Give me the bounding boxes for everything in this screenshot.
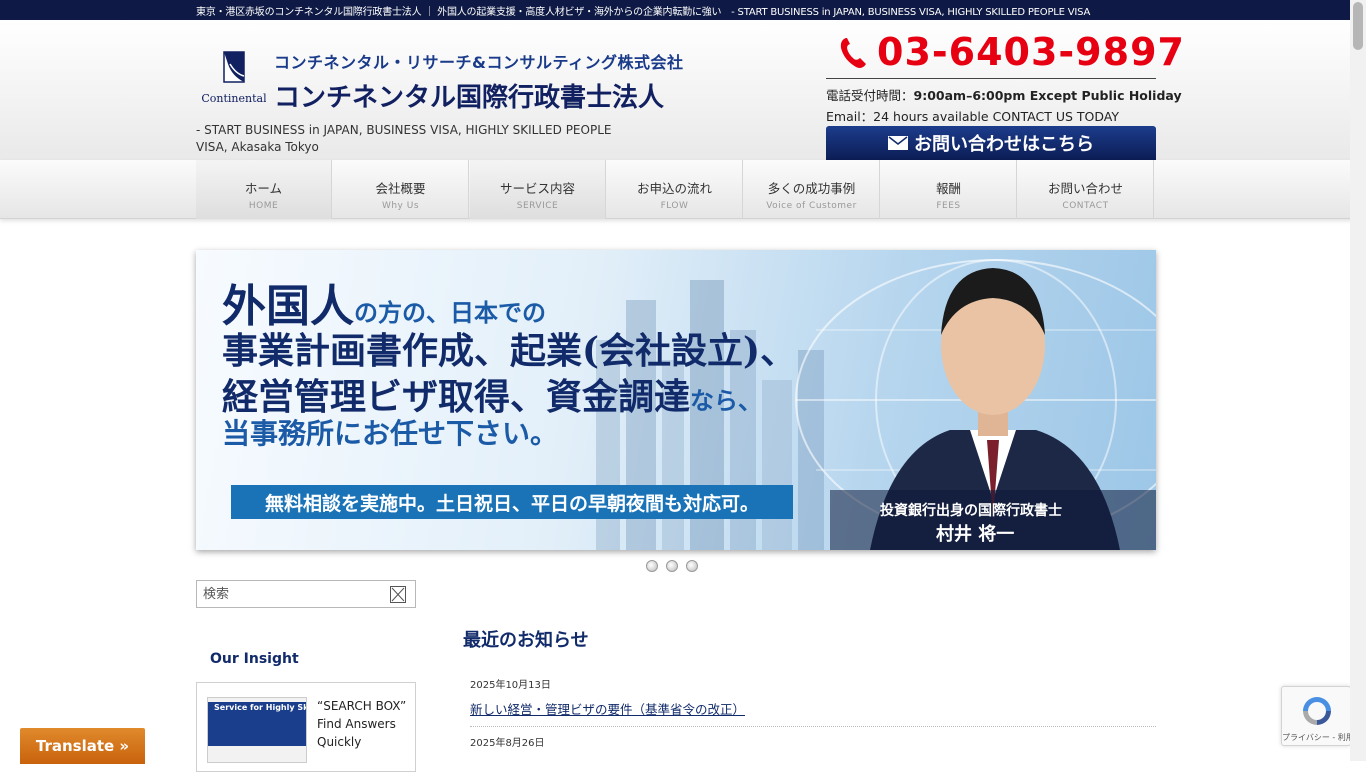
news-item: 2025年10月13日 新しい経営・管理ビザの要件（基準省令の改正） xyxy=(470,676,1156,727)
lawyer-name: 村井 将一 xyxy=(936,524,1015,545)
insight-card[interactable]: Service for Highly Skilled People “SEARC… xyxy=(196,682,416,772)
slider-dot[interactable] xyxy=(666,560,678,572)
free-consultation-banner: 無料相談を実施中。土日祝日、平日の早朝夜間も対応可。 xyxy=(231,485,793,519)
company-name-secondary: コンチネンタル国際行政書士法人 xyxy=(274,83,665,113)
slider-pagination xyxy=(646,560,698,572)
news-link[interactable]: 新しい経営・管理ビザの要件（基準省令の改正） xyxy=(470,699,1156,726)
phone-hours: 電話受付時間：9:00am–6:00pm Except Public Holid… xyxy=(826,85,1182,104)
email-availability: Email：24 hours available CONTACT US TODA… xyxy=(826,109,1119,124)
nav-item-label: お申込の流れ xyxy=(636,181,712,196)
nav-item-sublabel: FLOW xyxy=(660,201,689,211)
translate-button[interactable]: Translate » xyxy=(20,728,145,764)
nav-item-flow[interactable]: お申込の流れ FLOW xyxy=(607,160,743,219)
slider-dot[interactable] xyxy=(686,560,698,572)
site-tagline: - START BUSINESS in JAPAN, BUSINESS VISA… xyxy=(196,123,612,154)
nav-item-sublabel: Voice of Customer xyxy=(766,201,857,211)
news-date: 2025年10月13日 xyxy=(470,680,551,691)
phone-hours-value: 9:00am–6:00pm Except Public Holiday xyxy=(913,88,1182,103)
insight-link-text[interactable]: “SEARCH BOX” Find Answers Quickly xyxy=(317,697,413,751)
nav-item-voice-of-customer[interactable]: 多くの成功事例 Voice of Customer xyxy=(744,160,880,219)
recaptcha-text[interactable]: プライバシー - 利用規約 xyxy=(1282,732,1366,743)
news-heading: 最近のお知らせ xyxy=(463,630,589,651)
hero-headline-4: 当事務所にお任せ下さい。 xyxy=(222,417,559,450)
insight-heading: Our Insight xyxy=(210,651,299,667)
top-info-bar: 東京・港区赤坂のコンチネンタル国際行政書士法人 ｜ 外国人の起業支援・高度人材ビ… xyxy=(0,0,1366,20)
lawyer-title: 投資銀行出身の国際行政書士 xyxy=(880,503,1062,519)
nav-item-sublabel: SERVICE xyxy=(516,201,559,211)
logo-text: Continental xyxy=(202,92,266,105)
recaptcha-icon xyxy=(1303,697,1331,725)
hero-headline-3-small: なら、 xyxy=(690,386,763,415)
page-scrollbar[interactable] xyxy=(1350,0,1366,761)
slider-dot[interactable] xyxy=(646,560,658,572)
main-nav: ホーム HOME 会社概要 Why Us サービス内容 SERVICE お申込の… xyxy=(0,160,1366,219)
search-submit-icon[interactable] xyxy=(390,586,406,603)
company-logo[interactable]: Continental xyxy=(202,50,266,106)
hero-slider[interactable]: 外国人の方の、日本での 事業計画書作成、起業(会社設立)、 経営管理ビザ取得、資… xyxy=(196,250,1156,550)
nav-item-label: お問い合わせ xyxy=(1047,181,1123,196)
phone-number[interactable]: 03-6403-9897 xyxy=(877,30,1185,74)
thumbnail-text: Service for Highly Skilled People xyxy=(214,703,306,712)
nav-item-label: 会社概要 xyxy=(375,181,426,196)
nav-item-home[interactable]: ホーム HOME xyxy=(196,160,332,219)
nav-item-fees[interactable]: 報酬 FEES xyxy=(881,160,1017,219)
contact-button-label: お問い合わせはこちら xyxy=(914,134,1094,155)
nav-item-service[interactable]: サービス内容 SERVICE xyxy=(470,160,606,219)
nav-item-sublabel: HOME xyxy=(248,201,279,211)
company-name-primary: コンチネンタル・リサーチ&コンサルティング株式会社 xyxy=(274,53,684,72)
mail-icon xyxy=(888,136,908,150)
search-box xyxy=(196,580,416,608)
phone-hours-label: 電話受付時間： xyxy=(826,88,914,103)
nav-item-label: サービス内容 xyxy=(499,181,575,196)
nav-item-contact[interactable]: お問い合わせ CONTACT xyxy=(1018,160,1154,219)
recaptcha-badge[interactable]: プライバシー - 利用規約 xyxy=(1281,686,1366,746)
nav-item-why-us[interactable]: 会社概要 Why Us xyxy=(333,160,469,219)
nav-item-sublabel: Why Us xyxy=(381,201,420,211)
nav-item-label: 多くの成功事例 xyxy=(767,181,856,196)
nav-item-sublabel: FEES xyxy=(936,201,961,211)
news-date: 2025年8月26日 xyxy=(470,738,545,749)
search-input[interactable] xyxy=(197,581,385,607)
phone-icon xyxy=(840,38,866,68)
hero-headline-2: 事業計画書作成、起業(会社設立)、 xyxy=(222,330,797,372)
contact-button[interactable]: お問い合わせはこちら xyxy=(826,126,1156,160)
nav-item-sublabel: CONTACT xyxy=(1062,201,1109,211)
news-item: 2025年8月26日 xyxy=(470,734,1156,749)
insight-thumbnail[interactable]: Service for Highly Skilled People xyxy=(207,697,307,763)
nav-item-label: ホーム xyxy=(244,181,283,196)
nav-item-label: 報酬 xyxy=(935,181,961,196)
phone-divider xyxy=(826,78,1156,79)
scrollbar-thumb[interactable] xyxy=(1353,2,1363,50)
top-info-text: 東京・港区赤坂のコンチネンタル国際行政書士法人 ｜ 外国人の起業支援・高度人材ビ… xyxy=(196,7,1091,18)
